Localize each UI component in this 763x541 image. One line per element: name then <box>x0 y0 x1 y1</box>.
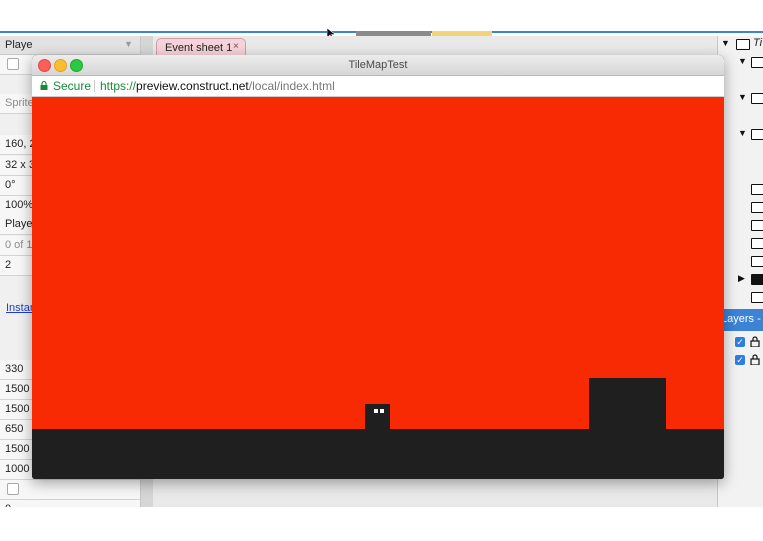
address-separator <box>94 80 95 92</box>
properties-header: Playe ▼ <box>0 36 140 55</box>
folder-icon <box>751 292 763 303</box>
property-value: 1500 <box>5 403 30 415</box>
folder-icon <box>751 129 763 140</box>
layer-visible-checkbox[interactable]: ✓ <box>735 337 745 347</box>
window-titlebar[interactable]: TileMapTest <box>32 55 724 76</box>
window-title: TileMapTest <box>348 59 408 71</box>
tab-label: Event sheet 1 <box>165 42 233 54</box>
padlock-icon <box>40 81 48 90</box>
triangle-right-icon[interactable]: ▶ <box>738 273 745 284</box>
triangle-down-icon[interactable]: ▼ <box>738 56 747 66</box>
tree-item[interactable]: ▼ <box>718 54 763 70</box>
folder-icon <box>751 238 763 249</box>
properties-header-label: Playe <box>5 39 33 51</box>
tree-item[interactable]: ▼ <box>718 90 763 106</box>
folder-icon <box>736 39 750 50</box>
layers-panel-header: Layers - <box>718 309 763 331</box>
property-row[interactable] <box>0 480 140 500</box>
tree-item[interactable] <box>718 235 763 251</box>
property-value: 1500 <box>5 443 30 455</box>
chevron-down-icon[interactable]: ▼ <box>124 39 133 49</box>
lock-icon[interactable] <box>750 336 760 347</box>
property-value: 32 x 3 <box>5 159 35 171</box>
folder-icon <box>751 93 763 104</box>
editor-bottom-strip <box>0 507 763 541</box>
ground-tiles <box>32 429 724 479</box>
folder-icon <box>751 202 763 213</box>
triangle-down-icon[interactable]: ▼ <box>738 128 747 138</box>
tree-item[interactable]: ▶ <box>718 271 763 287</box>
property-value: 160, 2 <box>5 138 36 150</box>
folder-icon <box>751 184 763 195</box>
lock-icon[interactable] <box>750 354 760 365</box>
property-value: 1500 <box>5 383 30 395</box>
layer-visible-checkbox[interactable]: ✓ <box>735 355 745 365</box>
editor-top-strip <box>0 0 763 34</box>
tree-item[interactable] <box>718 217 763 233</box>
player-eye <box>380 409 384 413</box>
tree-item[interactable] <box>718 199 763 215</box>
tree-item[interactable]: ▼ <box>718 126 763 142</box>
property-checkbox[interactable] <box>7 58 19 70</box>
tree-item[interactable] <box>718 289 763 305</box>
property-value: 1000 <box>5 463 30 475</box>
close-icon[interactable]: × <box>233 41 239 52</box>
folder-icon <box>751 220 763 231</box>
tree-item[interactable] <box>718 181 763 197</box>
triangle-down-icon[interactable]: ▼ <box>721 38 730 48</box>
address-bar[interactable]: Secure https://preview.construct.net/loc… <box>32 76 724 97</box>
property-value: Playe <box>5 218 33 230</box>
folder-icon <box>751 57 763 68</box>
layers-header-label: Layers - <box>721 313 761 325</box>
folder-icon <box>751 274 763 285</box>
property-value: 100% <box>5 199 34 211</box>
player-sprite <box>365 404 390 430</box>
property-value: 650 <box>5 423 24 435</box>
solid-block <box>589 378 666 430</box>
game-canvas[interactable] <box>32 97 724 479</box>
layer-row[interactable]: ✓ <box>718 352 763 370</box>
preview-browser-window: TileMapTest Secure https://preview.const… <box>32 55 724 479</box>
tree-item[interactable] <box>718 253 763 269</box>
secure-label: Secure <box>53 79 92 93</box>
project-root-label: Ti <box>753 37 763 49</box>
property-value: 0 of 1 <box>5 239 33 251</box>
property-value: 2 <box>5 259 12 271</box>
url-text[interactable]: https://preview.construct.net/local/inde… <box>100 79 335 93</box>
property-value: 0° <box>5 179 16 191</box>
url-path: /local/index.html <box>248 79 335 93</box>
property-value: 330 <box>5 363 24 375</box>
folder-icon <box>751 256 763 267</box>
property-value: Sprite <box>5 97 34 109</box>
property-checkbox[interactable] <box>7 483 19 495</box>
url-host: preview.construct.net <box>136 79 249 93</box>
player-eye <box>374 409 378 413</box>
triangle-down-icon[interactable]: ▼ <box>738 92 747 102</box>
tree-item[interactable]: ▼ Ti <box>718 36 763 52</box>
layer-row[interactable]: ✓ <box>718 334 763 352</box>
url-scheme: https:// <box>100 79 137 93</box>
